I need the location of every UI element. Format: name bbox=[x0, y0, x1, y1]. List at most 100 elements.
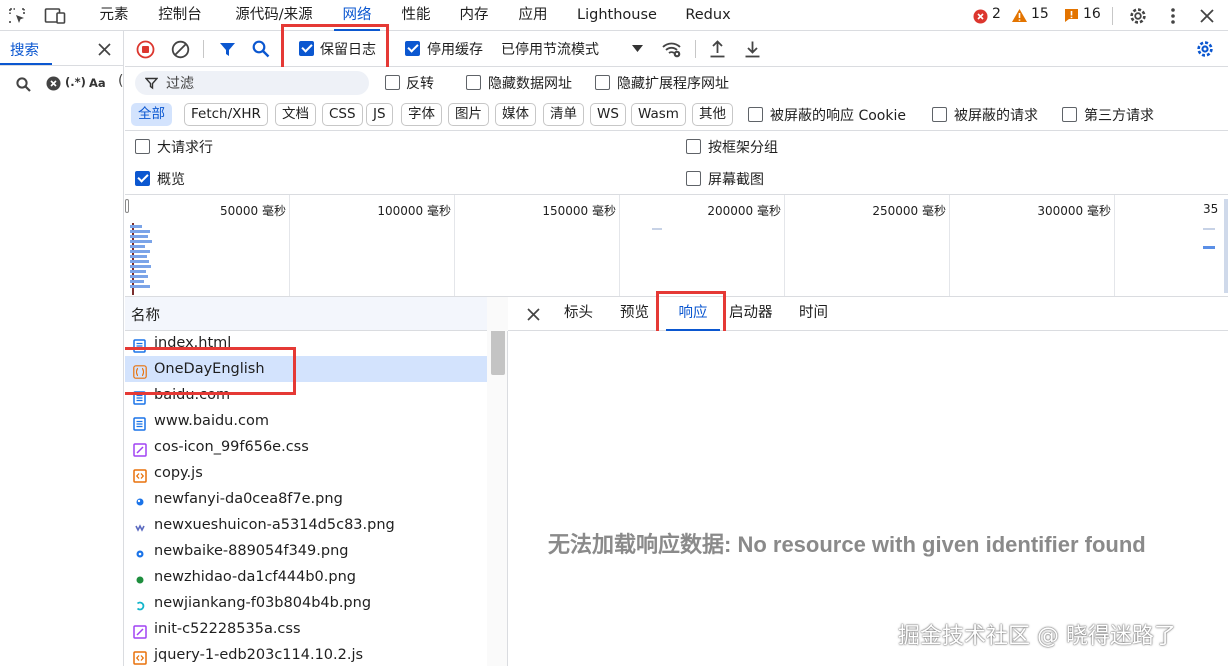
chip-img[interactable]: 图片 bbox=[448, 103, 489, 126]
overview-request-bar bbox=[652, 228, 662, 230]
request-row[interactable]: newzhidao-da1cf444b0.png bbox=[125, 564, 487, 590]
request-row[interactable]: copy.js bbox=[125, 460, 487, 486]
throttling-select[interactable]: 已停用节流模式 bbox=[501, 39, 599, 59]
blocked-cookies-checkbox[interactable] bbox=[748, 107, 763, 122]
hide-extension-urls-checkbox[interactable] bbox=[595, 75, 610, 90]
overview-range-handle-left[interactable] bbox=[125, 199, 129, 213]
chip-js[interactable]: JS bbox=[366, 103, 393, 126]
request-table-header[interactable]: 名称 bbox=[125, 297, 508, 331]
chevron-down-icon[interactable] bbox=[630, 42, 644, 56]
tab-console[interactable]: 控制台 bbox=[148, 0, 212, 31]
disable-cache-label[interactable]: 停用缓存 bbox=[427, 39, 483, 59]
request-row[interactable]: www.baidu.com bbox=[125, 408, 487, 434]
image-icon bbox=[133, 596, 147, 611]
group-by-frame-checkbox[interactable] bbox=[686, 139, 701, 154]
disable-cache-checkbox[interactable] bbox=[405, 41, 420, 56]
error-count[interactable]: 2 bbox=[992, 6, 1001, 22]
request-name: newxueshuicon-a5314d5c83.png bbox=[154, 517, 395, 533]
record-stop-icon[interactable] bbox=[135, 39, 155, 59]
group-by-frame-label[interactable]: 按框架分组 bbox=[708, 137, 778, 157]
chip-other[interactable]: 其他 bbox=[692, 103, 733, 126]
chip-all[interactable]: 全部 bbox=[131, 103, 172, 126]
chip-ws[interactable]: WS bbox=[590, 103, 626, 126]
issues-icon[interactable] bbox=[1063, 8, 1079, 23]
script-icon bbox=[133, 466, 147, 483]
more-options-icon[interactable] bbox=[1163, 5, 1183, 27]
tab-preview[interactable]: 预览 bbox=[620, 297, 649, 331]
scrollbar-thumb[interactable] bbox=[491, 331, 505, 375]
tab-memory[interactable]: 内存 bbox=[450, 0, 498, 31]
clear-log-icon[interactable] bbox=[170, 39, 190, 59]
blocked-cookies-label[interactable]: 被屏蔽的响应 Cookie bbox=[770, 105, 906, 125]
big-request-rows-checkbox[interactable] bbox=[135, 139, 150, 154]
regex-toggle[interactable]: (.*) bbox=[65, 75, 86, 89]
filter-input[interactable]: 过滤 bbox=[135, 71, 369, 95]
tab-timing[interactable]: 时间 bbox=[799, 297, 828, 331]
overview-tick: 150000 毫秒 bbox=[542, 204, 616, 218]
show-overview-label[interactable]: 概览 bbox=[157, 169, 185, 189]
invert-checkbox[interactable] bbox=[385, 75, 400, 90]
third-party-checkbox[interactable] bbox=[1062, 107, 1077, 122]
show-overview-checkbox[interactable] bbox=[135, 171, 150, 186]
tab-lighthouse[interactable]: Lighthouse bbox=[570, 0, 664, 31]
invert-label[interactable]: 反转 bbox=[406, 73, 434, 93]
network-conditions-icon[interactable] bbox=[660, 39, 682, 59]
filter-funnel-icon[interactable] bbox=[217, 39, 237, 59]
close-search-icon[interactable] bbox=[95, 40, 113, 58]
clear-search-icon[interactable] bbox=[45, 75, 61, 91]
third-party-label[interactable]: 第三方请求 bbox=[1084, 105, 1154, 125]
request-name: newbaike-889054f349.png bbox=[154, 543, 349, 559]
blocked-requests-checkbox[interactable] bbox=[932, 107, 947, 122]
tab-elements[interactable]: 元素 bbox=[88, 0, 140, 31]
chip-fetch-xhr[interactable]: Fetch/XHR bbox=[184, 103, 268, 126]
document-icon bbox=[133, 414, 147, 431]
settings-gear-icon[interactable] bbox=[1127, 5, 1149, 27]
blocked-requests-label[interactable]: 被屏蔽的请求 bbox=[954, 105, 1038, 125]
overview-gridline bbox=[949, 195, 950, 296]
search-tab[interactable]: 搜索 bbox=[10, 39, 39, 60]
chip-css[interactable]: CSS bbox=[322, 103, 363, 126]
overview-gridline bbox=[784, 195, 785, 296]
tab-initiator[interactable]: 启动器 bbox=[729, 297, 773, 331]
close-detail-icon[interactable] bbox=[525, 306, 541, 322]
screenshots-checkbox[interactable] bbox=[686, 171, 701, 186]
tab-application[interactable]: 应用 bbox=[508, 0, 558, 31]
screenshots-label[interactable]: 屏幕截图 bbox=[708, 169, 764, 189]
chip-font[interactable]: 字体 bbox=[401, 103, 442, 126]
hide-data-urls-label[interactable]: 隐藏数据网址 bbox=[488, 73, 572, 93]
import-har-icon[interactable] bbox=[707, 39, 727, 59]
match-case-toggle[interactable]: Aa bbox=[89, 76, 106, 90]
search-network-icon[interactable] bbox=[251, 39, 271, 59]
request-row[interactable]: init-c52228535a.css bbox=[125, 616, 487, 642]
chip-doc[interactable]: 文档 bbox=[275, 103, 316, 126]
issues-count[interactable]: 16 bbox=[1083, 6, 1101, 22]
tab-headers[interactable]: 标头 bbox=[564, 297, 593, 331]
inspect-element-icon[interactable] bbox=[6, 5, 28, 27]
close-devtools-icon[interactable] bbox=[1196, 5, 1218, 27]
chip-media[interactable]: 媒体 bbox=[495, 103, 536, 126]
hide-extension-urls-label[interactable]: 隐藏扩展程序网址 bbox=[617, 73, 729, 93]
highlight-box-selected-request bbox=[125, 347, 296, 395]
request-row[interactable]: cos-icon_99f656e.css bbox=[125, 434, 487, 460]
request-row[interactable]: jquery-1-edb203c114.10.2.js bbox=[125, 642, 487, 666]
request-row[interactable]: newjiankang-f03b804b4b.png bbox=[125, 590, 487, 616]
request-row[interactable]: newxueshuicon-a5314d5c83.png bbox=[125, 512, 487, 538]
network-overview-timeline[interactable]: 50000 毫秒 100000 毫秒 150000 毫秒 200000 毫秒 2… bbox=[125, 195, 1228, 297]
warning-icon[interactable] bbox=[1010, 7, 1028, 23]
warning-count[interactable]: 15 bbox=[1031, 6, 1049, 22]
column-header-name[interactable]: 名称 bbox=[131, 304, 160, 325]
tab-performance[interactable]: 性能 bbox=[392, 0, 440, 31]
error-icon[interactable] bbox=[972, 8, 988, 24]
request-row[interactable]: newfanyi-da0cea8f7e.png bbox=[125, 486, 487, 512]
request-list-scrollbar[interactable] bbox=[487, 331, 507, 666]
device-toolbar-icon[interactable] bbox=[43, 5, 67, 27]
tab-redux[interactable]: Redux bbox=[678, 0, 738, 31]
overview-range-handle-right[interactable] bbox=[1224, 199, 1228, 293]
chip-manifest[interactable]: 清单 bbox=[543, 103, 584, 126]
chip-wasm[interactable]: Wasm bbox=[631, 103, 686, 126]
export-har-icon[interactable] bbox=[742, 39, 762, 59]
big-request-rows-label[interactable]: 大请求行 bbox=[157, 137, 213, 157]
hide-data-urls-checkbox[interactable] bbox=[466, 75, 481, 90]
network-settings-gear-icon[interactable] bbox=[1194, 38, 1216, 60]
request-row[interactable]: newbaike-889054f349.png bbox=[125, 538, 487, 564]
